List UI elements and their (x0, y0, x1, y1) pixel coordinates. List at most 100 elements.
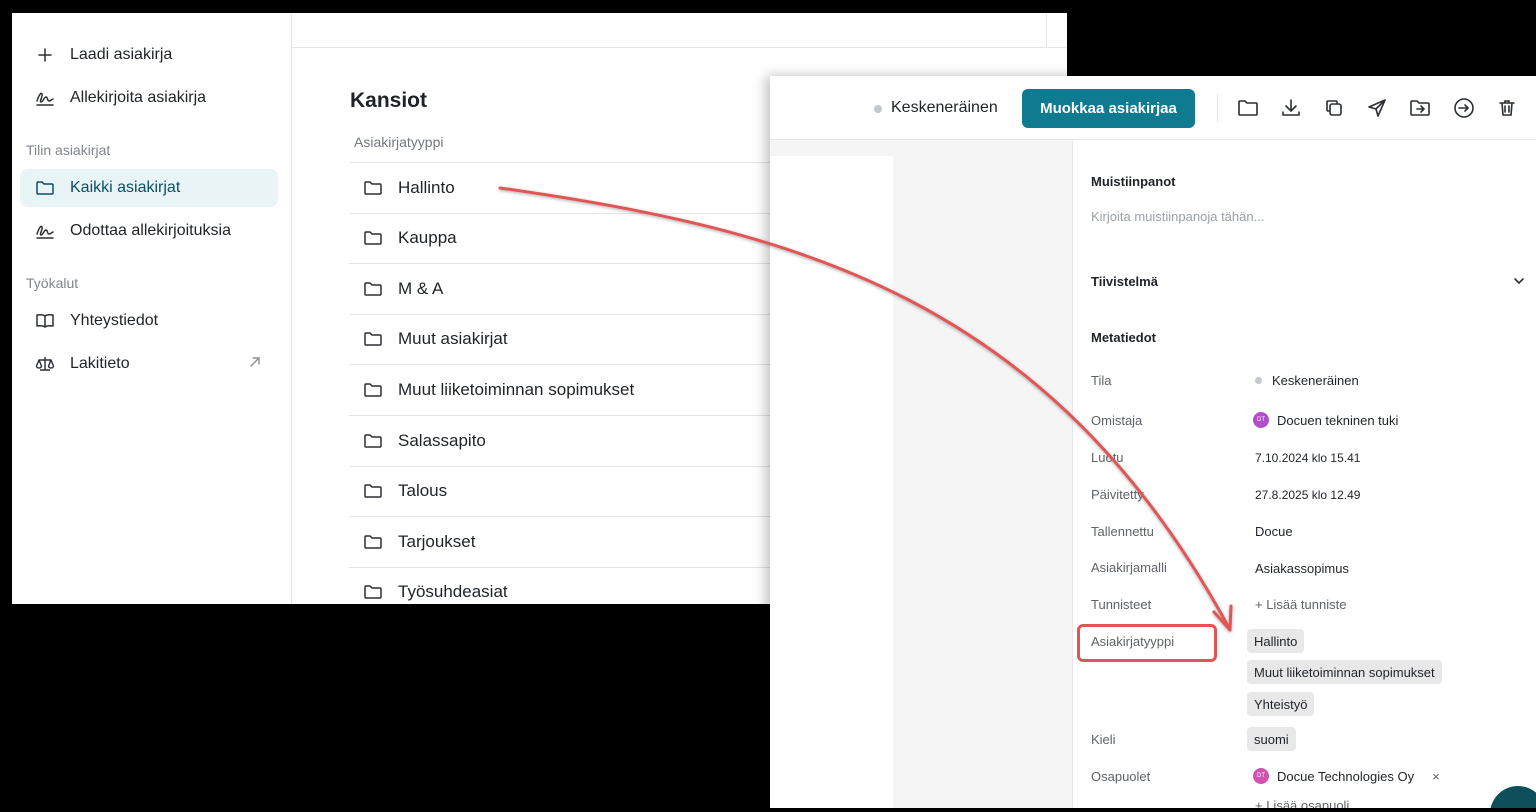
folder-name: Työsuhdeasiat (398, 582, 508, 602)
divider (1072, 140, 1073, 808)
column-header: Asiakirjatyyppi (354, 134, 444, 150)
owner-value[interactable]: DT Docuen tekninen tuki (1253, 412, 1398, 428)
folder-icon (363, 582, 383, 602)
document-preview (770, 140, 1073, 808)
sidebar-item-label: Lakitieto (70, 355, 130, 372)
folder-row[interactable]: Työsuhdeasiat (349, 566, 829, 604)
folder-name: Kauppa (398, 228, 457, 248)
created-value: 7.10.2024 klo 15.41 (1255, 451, 1361, 465)
updated-label: Päivitetty (1091, 487, 1144, 502)
copy-icon[interactable] (1322, 96, 1346, 120)
send-icon[interactable] (1365, 96, 1389, 120)
status-dot (1255, 377, 1262, 384)
folder-row[interactable]: M & A (349, 263, 829, 313)
scales-icon (34, 353, 56, 375)
folder-icon (363, 279, 383, 299)
upload-document-button[interactable]: Laadi asiakirja (20, 36, 278, 74)
folder-icon (363, 380, 383, 400)
sidebar-item-label: Odottaa allekirjoituksia (70, 222, 231, 239)
signature-icon (34, 87, 56, 109)
updated-value: 27.8.2025 klo 12.49 (1255, 488, 1361, 502)
notes-input[interactable]: Kirjoita muistiinpanoja tähän... (1091, 209, 1264, 224)
top-bar (292, 13, 1067, 48)
folder-icon (363, 481, 383, 501)
annotation-highlight (1077, 624, 1217, 662)
doctype-chip[interactable]: Hallinto (1247, 629, 1305, 653)
avatar: DT (1253, 412, 1269, 428)
status-label: Tila (1091, 373, 1112, 388)
status-dot (874, 105, 882, 113)
folder-name: Hallinto (398, 177, 455, 197)
folder-row[interactable]: Salassapito (349, 415, 829, 465)
saved-label: Tallennettu (1091, 524, 1154, 539)
status-value-text: Keskeneräinen (1272, 373, 1359, 388)
add-tag-button[interactable]: + Lisää tunniste (1255, 597, 1346, 612)
language-chip[interactable]: suomi (1247, 727, 1296, 751)
section-heading-documents: Tilin asiakirjat (26, 142, 111, 158)
sidebar-item-label: Kaikki asiakirjat (70, 179, 181, 196)
doctype-chip[interactable]: Muut liiketoiminnan sopimukset (1247, 660, 1442, 684)
page-title: Kansiot (350, 89, 428, 112)
folder-row[interactable]: Muut liiketoiminnan sopimukset (349, 364, 829, 414)
document-page (770, 156, 893, 808)
arrow-up-right-icon (248, 355, 262, 374)
party-item[interactable]: DT Docue Technologies Oy × (1253, 768, 1440, 784)
owner-name: Docuen tekninen tuki (1277, 412, 1399, 428)
folder-icon[interactable] (1236, 96, 1260, 120)
book-icon (34, 310, 56, 332)
folder-row[interactable]: Muut asiakirjat (349, 313, 829, 364)
folder-icon (363, 329, 383, 349)
folder-row[interactable]: Hallinto (349, 162, 829, 212)
folder-row[interactable]: Tarjoukset (349, 516, 829, 566)
status-label: Keskeneräinen (891, 99, 998, 116)
remove-party-icon[interactable]: × (1432, 769, 1440, 784)
sign-document-button[interactable]: Allekirjoita asiakirja (20, 79, 278, 117)
trash-icon[interactable] (1495, 96, 1519, 120)
divider (1046, 13, 1047, 48)
upload-document-label: Laadi asiakirja (70, 46, 173, 63)
language-label: Kieli (1091, 732, 1116, 747)
folder-name: Talous (398, 481, 448, 501)
toolbar-divider (1217, 94, 1218, 122)
document-body: Muistiinpanot Kirjoita muistiinpanoja tä… (770, 140, 1536, 808)
folder-name: Muut asiakirjat (398, 329, 508, 349)
move-folder-icon[interactable] (1408, 96, 1432, 120)
template-value[interactable]: Asiakassopimus (1255, 561, 1349, 576)
sign-document-label: Allekirjoita asiakirja (70, 89, 207, 106)
folder-row[interactable]: Kauppa (349, 212, 829, 263)
document-toolbar: Keskeneräinen Muokkaa asiakirjaa (770, 76, 1536, 140)
tags-label: Tunnisteet (1091, 597, 1152, 612)
parties-label: Osapuolet (1091, 769, 1151, 784)
template-label: Asiakirjamalli (1091, 560, 1167, 575)
saved-value: Docue (1255, 524, 1293, 539)
sidebar-item-label: Yhteystiedot (70, 312, 159, 329)
folder-name: Tarjoukset (398, 531, 476, 551)
download-icon[interactable] (1279, 96, 1303, 120)
sidebar-item-awaiting-signatures[interactable]: Odottaa allekirjoituksia (20, 212, 278, 250)
avatar: DT (1253, 768, 1269, 784)
folder-icon (34, 177, 56, 199)
doctype-chip[interactable]: Yhteistyö (1247, 692, 1315, 716)
folder-icon (363, 431, 383, 451)
document-details-window: Keskeneräinen Muokkaa asiakirjaa Muistii… (770, 76, 1536, 808)
summary-heading[interactable]: Tiivistelmä (1091, 274, 1158, 289)
details-panel: Muistiinpanot Kirjoita muistiinpanoja tä… (1077, 140, 1536, 808)
party-name: Docue Technologies Oy (1277, 768, 1415, 784)
sidebar-item-all-documents[interactable]: Kaikki asiakirjat (20, 169, 278, 207)
owner-label: Omistaja (1091, 413, 1143, 428)
metadata-heading: Metatiedot (1091, 330, 1156, 345)
chevron-down-icon[interactable] (1512, 274, 1526, 288)
notes-heading: Muistiinpanot (1091, 174, 1176, 189)
folder-row[interactable]: Talous (349, 465, 829, 516)
add-party-button[interactable]: + Lisää osapuoli (1255, 798, 1349, 808)
sidebar-item-contacts[interactable]: Yhteystiedot (20, 302, 278, 340)
folder-name: Muut liiketoiminnan sopimukset (398, 379, 635, 399)
folder-name: Salassapito (398, 430, 486, 450)
folder-icon (363, 178, 383, 198)
signature-icon (34, 220, 56, 242)
folder-icon (363, 228, 383, 248)
export-icon[interactable] (1452, 96, 1476, 120)
status-value: Keskeneräinen (1255, 373, 1359, 388)
sidebar-item-legal-info[interactable]: Lakitieto (20, 345, 278, 383)
edit-document-button[interactable]: Muokkaa asiakirjaa (1022, 89, 1195, 128)
